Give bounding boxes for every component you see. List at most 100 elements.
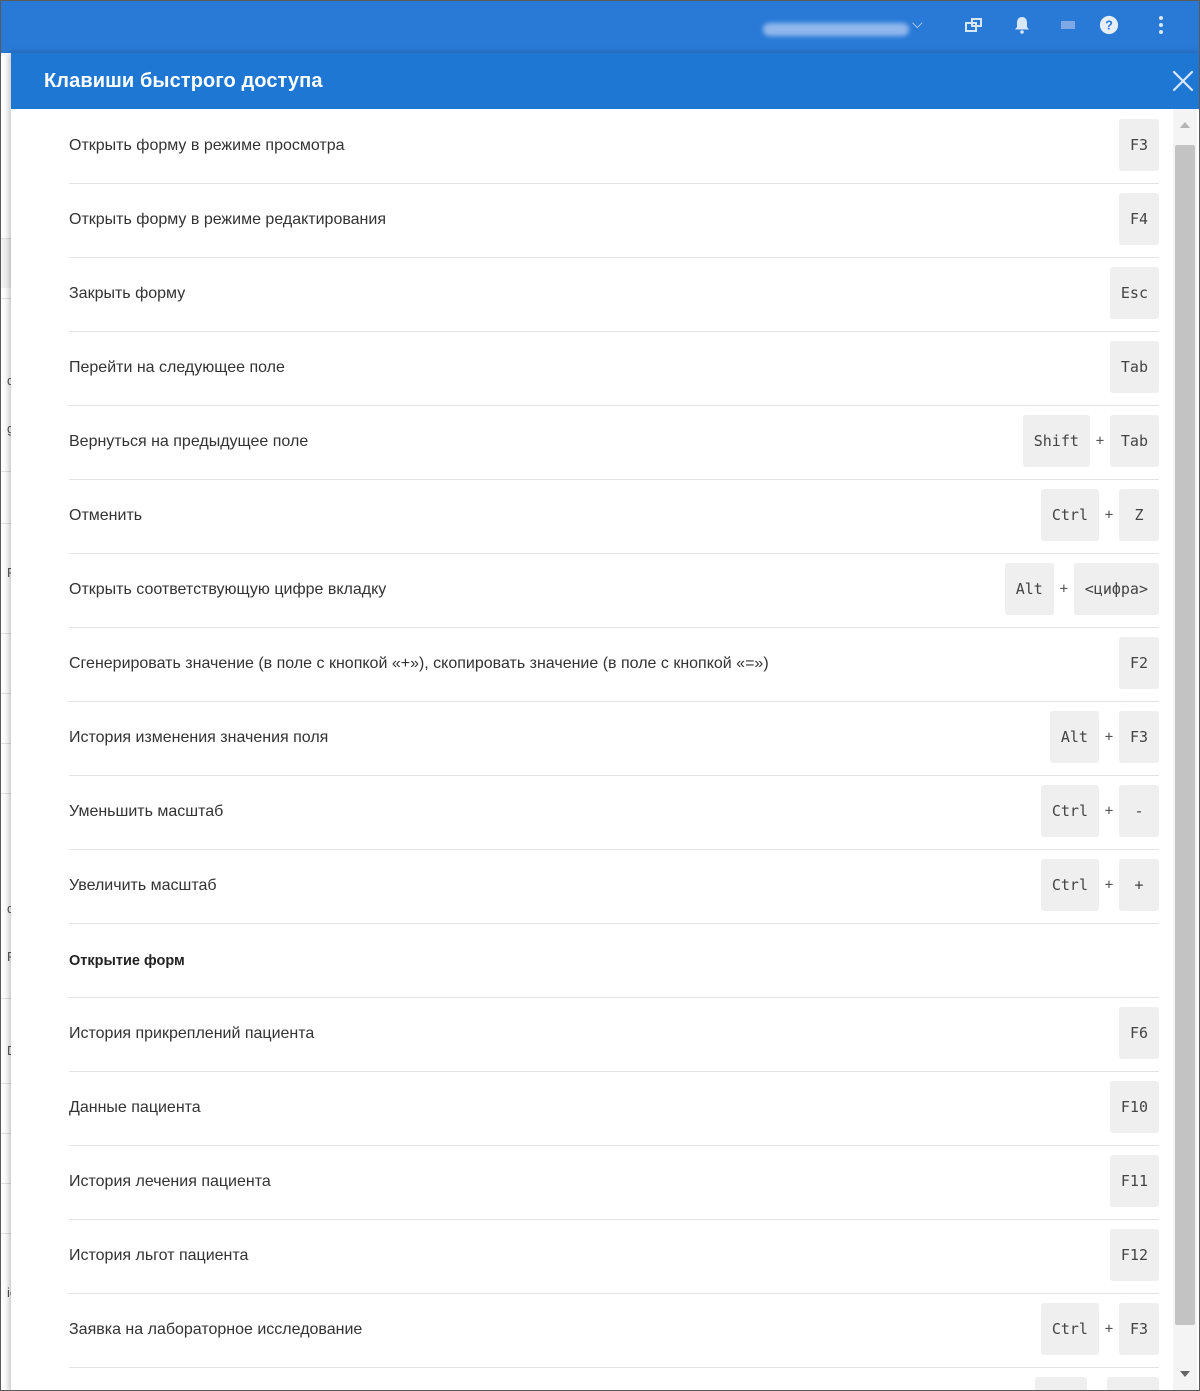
keycap [1107,1377,1159,1390]
plus-separator: + [1104,729,1114,745]
key-combination: Alt + <цифра> [1004,563,1159,615]
keycap: F4 [1118,193,1159,245]
shortcut-row: Открыть форму в режиме просмотра F3 [69,109,1159,184]
shortcut-description: История лечения пациента [69,1173,271,1190]
shortcut-description: Уменьшить масштаб [69,803,224,820]
shortcut-description: Отменить [69,507,143,524]
shortcut-description: Заявка на лабораторное исследование [69,1321,363,1338]
keycap: F6 [1118,1007,1159,1059]
plus-separator: + [1104,507,1114,523]
key-combination: Ctrl + F3 [1040,1303,1159,1355]
keycap: F3 [1118,711,1159,763]
keycap: Ctrl [1040,1303,1099,1355]
key-combination: Ctrl + - [1040,785,1159,837]
plus-separator: + [1104,803,1114,819]
shortcut-row: Открыть соответствующую цифре вкладку Alt… [69,553,1159,628]
shortcut-row: Уменьшить масштаб Ctrl + - [69,775,1159,850]
shortcut-description: История прикреплений пациента [69,1025,315,1042]
keycap: Esc [1109,267,1159,319]
top-app-bar: ⌵ ? [1,1,1199,53]
keycap: Tab [1109,415,1159,467]
shortcut-description: Перейти на следующее поле [69,359,285,376]
keycap: F3 [1118,119,1159,171]
keycap: + [1119,859,1159,911]
keycap: Alt [1049,711,1099,763]
keycap: Tab [1109,341,1159,393]
more-vert-icon[interactable] [1151,15,1171,35]
key-combination: F3 [1118,119,1159,171]
close-button[interactable] [1169,67,1197,95]
keycap: <цифра> [1073,563,1159,615]
shortcut-description: Открыть соответствующую цифре вкладку [69,581,387,598]
shortcut-row: Сгенерировать значение (в поле с кнопкой… [69,627,1159,702]
key-combination: Alt + F3 [1049,711,1159,763]
keycap: Ctrl [1040,785,1099,837]
key-combination: Tab [1109,341,1159,393]
keycap: Ctrl [1040,489,1099,541]
scrollbar[interactable] [1173,109,1197,1390]
dialog-title: Клавиши быстрого доступа [44,70,323,92]
keycap: Ctrl [1040,859,1099,911]
section-header: Открытие форм [69,923,1159,998]
shortcut-description: Сгенерировать значение (в поле с кнопкой… [69,655,769,672]
plus-separator: + [1095,433,1105,449]
key-combination: Shift + Tab [1022,415,1159,467]
shortcut-row: Закрыть форму Esc [69,257,1159,332]
key-combination: F2 [1118,637,1159,689]
shortcut-description: История льгот пациента [69,1247,249,1264]
shortcut-description: Данные пациента [69,1099,201,1116]
shortcut-list: Открыть форму в режиме просмотра F3 Открыт… [11,109,1171,1390]
triangle-up-icon [1180,122,1190,128]
keycap: F12 [1109,1229,1159,1281]
user-name-blurred[interactable] [763,23,909,36]
shortcut-row: + [69,1367,1159,1390]
shortcut-row: Данные пациента F10 [69,1071,1159,1146]
section-title: Открытие форм [69,953,185,969]
shortcut-row: Открыть форму в режиме редактирования F4 [69,183,1159,258]
shortcut-row: История изменения значения поля Alt + F3 [69,701,1159,776]
key-combination: Esc [1109,267,1159,319]
keycap: Shift [1022,415,1090,467]
key-combination: F4 [1118,193,1159,245]
triangle-down-icon [1180,1371,1190,1377]
plus-separator: + [1104,877,1114,893]
shortcut-description: Вернуться на предыдущее поле [69,433,309,450]
shortcut-row: Перейти на следующее поле Tab [69,331,1159,406]
close-icon [1172,70,1194,92]
shortcut-description: Увеличить масштаб [69,877,217,894]
svg-text:?: ? [1105,18,1113,33]
key-combination: F11 [1109,1155,1159,1207]
keycap: F2 [1118,637,1159,689]
shortcut-row: История прикреплений пациента F6 [69,997,1159,1072]
shortcut-description: История изменения значения поля [69,729,329,746]
key-combination: + [1035,1377,1159,1390]
keycap [1035,1377,1087,1390]
help-icon[interactable]: ? [1099,15,1119,35]
app-switch-icon[interactable] [964,15,984,35]
bell-icon[interactable] [1012,15,1032,35]
plus-separator: + [1104,1321,1114,1337]
keycap: Z [1119,489,1159,541]
shortcuts-dialog: Клавиши быстрого доступа Открыть форму в… [11,53,1199,1390]
chevron-down-icon[interactable]: ⌵ [912,15,923,32]
key-combination: F6 [1118,1007,1159,1059]
shortcut-row: История льгот пациента F12 [69,1219,1159,1294]
keycap: Alt [1004,563,1054,615]
shortcut-row: Заявка на лабораторное исследование Ctrl +… [69,1293,1159,1368]
scroll-thumb[interactable] [1175,145,1195,1325]
shortcut-description: Открыть форму в режиме просмотра [69,137,345,154]
key-combination: F10 [1109,1081,1159,1133]
keycap: F11 [1109,1155,1159,1207]
keycap: F3 [1118,1303,1159,1355]
shortcut-row: Отменить Ctrl + Z [69,479,1159,554]
shortcut-description: Открыть форму в режиме редактирования [69,211,386,228]
scroll-down-button[interactable] [1173,1362,1197,1386]
shortcut-description: Закрыть форму [69,285,186,302]
shortcut-row: Вернуться на предыдущее поле Shift + Tab [69,405,1159,480]
app-window: ⌵ ? Клавиши быстрого доступа Открыть фор… [0,0,1200,1391]
scroll-up-button[interactable] [1173,113,1197,137]
message-icon[interactable] [1058,15,1078,35]
shortcut-row: Увеличить масштаб Ctrl + + [69,849,1159,924]
shortcut-row: История лечения пациента F11 [69,1145,1159,1220]
key-combination: F12 [1109,1229,1159,1281]
